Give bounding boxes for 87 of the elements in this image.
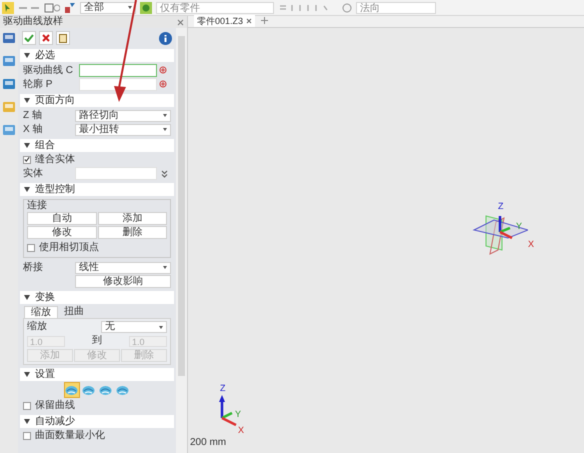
part-filter-field[interactable]: 仅有零件 [156,2,274,14]
dropdown-caret-icon [163,266,167,269]
required-marker-icon [159,66,167,75]
filter-icon[interactable] [64,2,76,14]
dropdown-caret-icon [163,114,167,117]
required-marker-icon [159,80,167,89]
action-button[interactable]: 添加 [98,212,167,225]
apply-button[interactable] [56,31,70,45]
part-filter-icon[interactable] [140,2,152,14]
field-label: 轮廓 P [23,78,54,91]
dropdown[interactable]: 最小扭转 [75,124,171,136]
document-tab[interactable]: 零件001.Z3 [194,15,256,27]
close-icon [42,34,50,42]
field-label: Z 轴 [23,109,43,122]
collapse-caret-icon [24,419,30,424]
checkbox-label: 缝合实体 [35,153,75,166]
action-button[interactable]: 自动 [27,212,96,225]
document-icon [59,34,67,42]
action-button[interactable]: 删除 [98,226,167,239]
surface-icon [65,384,78,396]
tool-icon[interactable] [2,77,16,91]
field-label: 缩放 [27,321,47,333]
add-tab-icon[interactable] [261,17,268,24]
section-header[interactable]: 设置 [20,368,174,381]
axis-label: Y [235,410,242,419]
section-header[interactable]: 造型控制 [20,183,174,196]
scale-label: 200 mm [190,436,226,450]
dropdown[interactable]: 无 [101,321,167,333]
range-label: 到 [92,335,102,347]
collapse-caret-icon [24,372,30,377]
tool-icon[interactable] [2,54,16,68]
checkbox-label: 曲面数量最小化 [35,429,105,442]
field-label: 驱动曲线 C [23,64,74,77]
field-label: 实体 [23,167,44,180]
checkbox[interactable] [23,156,31,164]
input-field[interactable] [79,64,157,77]
tool-icon[interactable] [2,123,16,137]
close-icon[interactable] [177,18,184,26]
field-label: X 轴 [23,123,44,136]
tool-icon[interactable] [2,31,16,45]
action-button[interactable]: 修改 [27,226,96,239]
collapse-caret-icon [24,143,30,148]
axis-label: X [528,240,534,249]
axis-label: X [238,426,244,435]
field-label: 桥接 [23,261,44,274]
dropdown[interactable]: 线性 [75,262,171,274]
collapse-caret-icon [24,98,30,103]
cancel-button[interactable] [39,31,53,45]
collapse-caret-icon [24,187,30,192]
section-header[interactable]: 自动减少 [20,415,174,428]
checkbox[interactable] [23,432,31,440]
confirm-button[interactable] [22,31,36,45]
select-icon[interactable] [2,2,14,14]
dropdown-caret-icon [163,128,167,131]
section-header[interactable]: 变换 [20,291,174,304]
dropdown-caret-icon [159,326,163,328]
dropdown-caret-icon [128,6,132,9]
option-button[interactable] [64,382,80,398]
surface-icon [99,384,112,396]
surface-icon [116,384,129,396]
tab[interactable]: 扭曲 [58,306,90,318]
dropdown[interactable]: 全部 [80,2,136,14]
tab[interactable]: 缩放 [24,306,58,318]
section-header[interactable]: 组合 [20,139,174,152]
axis-label: Z [220,384,226,393]
checkbox-label: 保留曲线 [35,399,75,412]
collapse-caret-icon [24,53,30,58]
direction-icon[interactable] [342,2,352,12]
action-button[interactable]: 修改影响 [75,275,171,288]
axis-label: Z [498,202,504,211]
group-title: 连接 [27,200,48,211]
checkbox[interactable] [27,244,35,252]
check-icon [24,34,34,42]
close-icon[interactable] [246,18,252,24]
surface-icon [82,384,95,396]
checkbox[interactable] [23,402,31,410]
collapse-caret-icon [24,295,30,300]
expand-icon[interactable] [161,170,168,178]
dropdown[interactable]: 路径切向 [75,110,171,122]
info-button[interactable] [159,32,172,44]
checkbox-label: 使用相切顶点 [39,241,99,254]
section-header[interactable]: 必选 [20,49,174,62]
frame-icon[interactable] [44,2,60,12]
info-icon [164,34,167,42]
section-header[interactable]: 页面方向 [20,94,174,107]
direction-field[interactable]: 法向 [356,2,436,14]
panel-title: 驱动曲线放样 [3,16,63,28]
